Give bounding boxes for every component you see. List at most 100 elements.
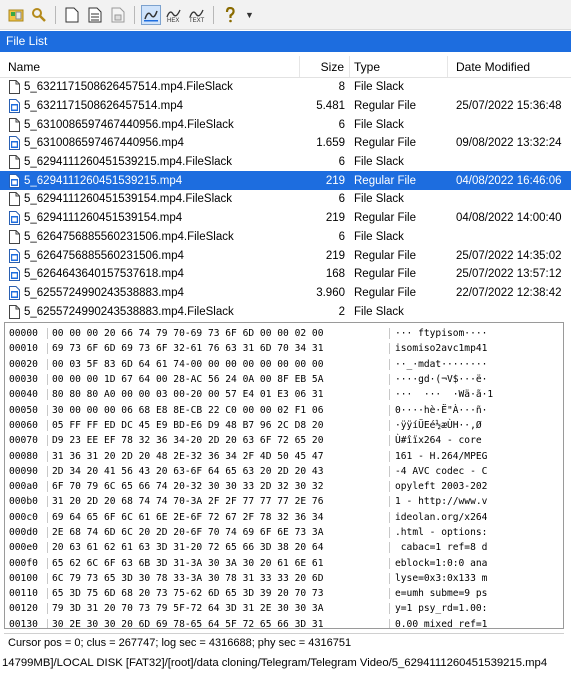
column-header-date-modified[interactable]: Date Modified bbox=[448, 56, 571, 77]
toolbar: HEX TEXT ▼ bbox=[0, 0, 571, 30]
file-size: 6 bbox=[338, 118, 345, 131]
hex-offset: 000d0 bbox=[9, 527, 38, 538]
file-name-cell: 5_6264643640157537618.mp4 bbox=[0, 267, 300, 282]
file-name-cell: 5_6264756885560231506.mp4.FileSlack bbox=[0, 229, 300, 244]
hex-ascii: -4 AVC codec - C bbox=[389, 465, 559, 477]
file-row[interactable]: 5_6294111260451539215.mp4.FileSlack 6 Fi… bbox=[0, 153, 571, 172]
file-name-cell: 5_6294111260451539154.mp4 bbox=[0, 211, 300, 226]
file-row[interactable]: 5_6310086597467440956.mp4 1.659 Regular … bbox=[0, 134, 571, 153]
hex-offset: 00110 bbox=[9, 588, 38, 600]
hex-view-icon[interactable]: HEX bbox=[164, 5, 184, 25]
column-header-name[interactable]: Name bbox=[0, 56, 300, 77]
file-type: Regular File bbox=[354, 100, 416, 113]
save-icon[interactable] bbox=[108, 5, 128, 25]
file-row[interactable]: 5_6264643640157537618.mp4 168 Regular Fi… bbox=[0, 265, 571, 284]
hex-line: 00040 80 80 80 A0 00 00 03 00-20 00 57 E… bbox=[5, 387, 563, 402]
file-row[interactable]: 5_6255724990243538883.mp4 3.960 Regular … bbox=[0, 284, 571, 303]
column-header-type[interactable]: Type bbox=[350, 56, 448, 77]
file-date-modified: 04/08/2022 16:46:06 bbox=[456, 174, 562, 187]
hex-offset: 000b0 bbox=[9, 496, 38, 508]
toolbar-separator bbox=[55, 5, 56, 24]
hex-line: 000d0 2E 68 74 6D 6C 20 2D 20-6F 70 74 6… bbox=[5, 525, 563, 540]
new-document-icon[interactable] bbox=[62, 5, 82, 25]
toolbar-separator bbox=[134, 5, 135, 24]
svg-text:TEXT: TEXT bbox=[189, 18, 205, 23]
toolbar-separator bbox=[213, 5, 214, 24]
file-name: 5_6294111260451539215.mp4.FileSlack bbox=[24, 156, 233, 169]
dropdown-arrow-icon[interactable]: ▼ bbox=[245, 10, 254, 20]
file-name: 5_6310086597467440956.mp4.FileSlack bbox=[24, 118, 234, 131]
hex-line: 00070 D9 23 EE EF 78 32 36 34-20 2D 20 6… bbox=[5, 433, 563, 448]
file-size: 2 bbox=[338, 305, 345, 318]
hex-bytes: 00 00 00 1D 67 64 00 28-AC 56 24 0A 00 8… bbox=[47, 374, 389, 386]
file-type: Regular File bbox=[354, 212, 416, 225]
hex-ascii: 1 - http://www.v bbox=[389, 496, 559, 508]
search-icon[interactable] bbox=[29, 5, 49, 25]
file-row[interactable]: 5_6264756885560231506.mp4.FileSlack 6 Fi… bbox=[0, 228, 571, 247]
hex-bytes: 05 FF FF ED DC 45 E9 BD-E6 D9 48 B7 96 2… bbox=[47, 419, 389, 431]
file-row[interactable]: 5_6264756885560231506.mp4 219 Regular Fi… bbox=[0, 246, 571, 265]
file-name-cell: 5_6255724990243538883.mp4 bbox=[0, 285, 300, 300]
path-bar: 14799MB]/LOCAL DISK [FAT32]/[root]/data … bbox=[2, 657, 548, 669]
partition-icon[interactable] bbox=[6, 5, 26, 25]
file-name-cell: 5_6294111260451539215.mp4 bbox=[0, 173, 300, 188]
file-date-modified: 04/08/2022 14:00:40 bbox=[456, 212, 562, 225]
hex-line: 000b0 31 20 2D 20 68 74 74 70-3A 2F 2F 7… bbox=[5, 494, 563, 509]
file-row[interactable]: 5_6310086597467440956.mp4.FileSlack 6 Fi… bbox=[0, 115, 571, 134]
file-row[interactable]: 5_6321171508626457514.mp4 5.481 Regular … bbox=[0, 97, 571, 116]
column-header-size[interactable]: Size bbox=[300, 56, 350, 77]
file-name-cell: 5_6310086597467440956.mp4 bbox=[0, 136, 300, 151]
hex-offset: 00060 bbox=[9, 419, 38, 431]
file-name-cell: 5_6264756885560231506.mp4 bbox=[0, 248, 300, 263]
svg-text:HEX: HEX bbox=[167, 18, 179, 23]
video-file-icon bbox=[9, 285, 20, 300]
hex-ascii: 0.00 mixed_ref=1 bbox=[389, 618, 559, 628]
hex-bytes: 30 2E 30 30 20 6D 69 78-65 64 5F 72 65 6… bbox=[47, 618, 389, 628]
hex-ascii: eblock=1:0:0 ana bbox=[389, 557, 559, 569]
file-date-modified: 09/08/2022 13:32:24 bbox=[456, 137, 562, 150]
file-date-modified: 25/07/2022 15:36:48 bbox=[456, 100, 562, 113]
video-file-icon bbox=[9, 173, 20, 188]
hex-bytes: 65 3D 75 6D 68 20 73 75-62 6D 65 3D 39 2… bbox=[47, 588, 389, 600]
hex-offset: 00000 bbox=[9, 328, 38, 340]
hex-offset: 00130 bbox=[9, 618, 38, 629]
text-view-icon[interactable]: TEXT bbox=[187, 5, 207, 25]
hex-line: 00120 79 3D 31 20 70 73 79 5F-72 64 3D 3… bbox=[5, 601, 563, 616]
hex-view-panel[interactable]: 00000 00 00 00 20 66 74 79 70-69 73 6F 6… bbox=[4, 322, 564, 629]
hex-offset: 00070 bbox=[9, 435, 38, 447]
hex-line: 00090 2D 34 20 41 56 43 20 63-6F 64 65 6… bbox=[5, 464, 563, 479]
hex-line: 000f0 65 62 6C 6F 63 6B 3D 31-3A 30 3A 3… bbox=[5, 555, 563, 570]
hex-ascii: e=umh subme=9 ps bbox=[389, 588, 559, 600]
file-row[interactable]: 5_6255724990243538883.mp4.FileSlack 2 Fi… bbox=[0, 302, 571, 321]
file-row[interactable]: 5_6321171508626457514.mp4.FileSlack 8 Fi… bbox=[0, 78, 571, 97]
file-type: File Slack bbox=[354, 193, 404, 206]
hex-ascii: 161 - H.264/MPEG bbox=[389, 450, 559, 462]
file-type: Regular File bbox=[354, 268, 416, 281]
file-list-title: File List bbox=[0, 31, 571, 52]
properties-icon[interactable] bbox=[85, 5, 105, 25]
file-type: Regular File bbox=[354, 286, 416, 299]
file-size: 219 bbox=[325, 212, 345, 225]
hex-ascii: y=1 psy_rd=1.00: bbox=[389, 603, 559, 615]
hex-ascii: Ù#îïx264 - core bbox=[389, 435, 559, 447]
file-size: 6 bbox=[338, 193, 345, 206]
file-row[interactable]: 5_6294111260451539215.mp4 219 Regular Fi… bbox=[0, 171, 571, 191]
hex-bytes: 2D 34 20 41 56 43 20 63-6F 64 65 63 20 2… bbox=[47, 465, 389, 477]
hex-line: 00050 30 00 00 00 06 68 E8 8E-CB 22 C0 0… bbox=[5, 402, 563, 417]
hex-bytes: 30 00 00 00 06 68 E8 8E-CB 22 C0 00 00 0… bbox=[47, 404, 389, 416]
hex-ascii: ··_·mdat········ bbox=[389, 358, 559, 370]
file-name: 5_6255724990243538883.mp4 bbox=[24, 286, 184, 299]
file-date-modified: 25/07/2022 13:57:12 bbox=[456, 268, 562, 281]
file-row[interactable]: 5_6294111260451539154.mp4.FileSlack 6 Fi… bbox=[0, 190, 571, 209]
hex-bytes: 65 62 6C 6F 63 6B 3D 31-3A 30 3A 30 20 6… bbox=[47, 557, 389, 569]
file-view-icon[interactable] bbox=[141, 4, 161, 25]
hex-bytes: 6C 79 73 65 3D 30 78 33-3A 30 78 31 33 3… bbox=[47, 572, 389, 584]
help-icon[interactable] bbox=[220, 5, 240, 25]
column-headers: Name Size Type Date Modified bbox=[0, 56, 571, 78]
hex-ascii: ··· ftypisom···· bbox=[389, 328, 559, 340]
file-name-cell: 5_6321171508626457514.mp4 bbox=[0, 99, 300, 114]
file-size: 6 bbox=[338, 230, 345, 243]
file-row[interactable]: 5_6294111260451539154.mp4 219 Regular Fi… bbox=[0, 209, 571, 228]
file-type: Regular File bbox=[354, 174, 416, 187]
hex-offset: 00120 bbox=[9, 603, 38, 615]
